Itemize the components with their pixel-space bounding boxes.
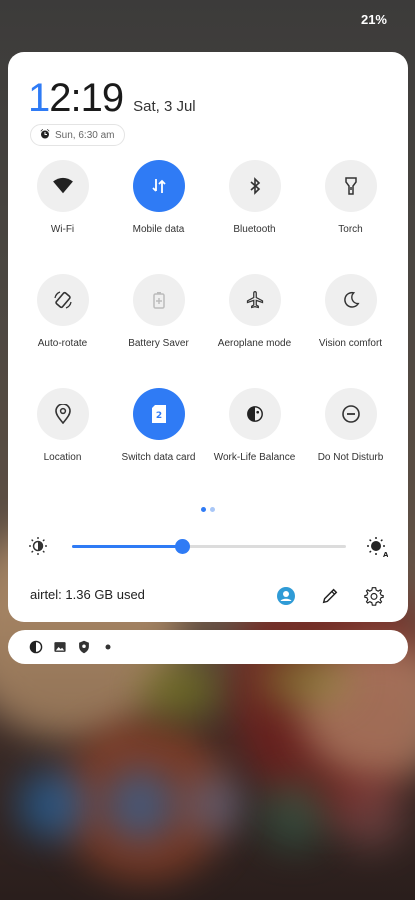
alarm-clock-icon [39,128,51,143]
data-usage-label[interactable]: airtel: 1.36 GB used [30,587,145,602]
tile-switch-data-card[interactable]: 2 Switch data card [111,388,206,463]
brightness-low-icon [28,536,48,561]
auto-brightness-icon[interactable]: A [366,536,389,563]
tile-do-not-disturb[interactable]: Do Not Disturb [303,388,398,463]
battery-saver-icon [132,274,185,326]
tile-label: Bluetooth [233,224,276,235]
page-dot [210,507,215,512]
mobile-data-icon [132,160,185,212]
next-alarm-chip[interactable]: Sun, 6:30 am [30,124,126,146]
tile-label: Wi-Fi [50,224,75,235]
brightness-fill [72,545,182,548]
next-alarm-label: Sun, 6:30 am [55,129,115,141]
shield-notification-icon [76,639,92,655]
do-not-disturb-icon [324,388,377,440]
tile-label: Switch data card [121,452,196,463]
tile-aeroplane-mode[interactable]: Aeroplane mode [207,274,302,349]
tile-label: Battery Saver [128,338,189,349]
notification-icons-bar[interactable] [8,630,408,664]
tile-work-life-balance[interactable]: Work-Life Balance [207,388,302,463]
tile-auto-rotate[interactable]: Auto-rotate [15,274,110,349]
clock[interactable]: 12:19 [28,76,124,121]
sim-card-icon: 2 [132,388,185,440]
brightness-control: A [28,536,389,559]
sim-badge: 2 [155,411,161,421]
tile-torch[interactable]: Torch [303,160,398,235]
wifi-icon [36,160,89,212]
tile-bluetooth[interactable]: Bluetooth [207,160,302,235]
tile-label: Location [43,452,82,463]
tile-label: Auto-rotate [37,338,88,349]
tile-location[interactable]: Location [15,388,110,463]
date[interactable]: Sat, 3 Jul [133,98,196,115]
more-notifications-dot-icon [100,639,116,655]
clock-row: 12:19 Sat, 3 Jul [28,76,196,121]
tile-label: Work-Life Balance [213,452,296,463]
moon-icon [324,274,377,326]
brightness-thumb[interactable] [175,539,190,554]
work-life-icon [228,388,281,440]
user-account-icon[interactable] [274,584,298,608]
torch-icon [324,160,377,212]
brightness-slider[interactable] [72,539,346,554]
page-indicator [201,507,215,512]
panel-footer: airtel: 1.36 GB used [8,584,408,608]
tile-battery-saver[interactable]: Battery Saver [111,274,206,349]
bluetooth-icon [228,160,281,212]
quick-settings-panel: 12:19 Sat, 3 Jul Sun, 6:30 am Wi-Fi Mobi… [8,52,408,622]
tile-wifi[interactable]: Wi-Fi [15,160,110,235]
gallery-notification-icon [52,639,68,655]
tile-label: Mobile data [132,224,185,235]
aeroplane-icon [228,274,281,326]
tile-vision-comfort[interactable]: Vision comfort [303,274,398,349]
work-life-notification-icon [28,639,44,655]
tile-mobile-data[interactable]: Mobile data [111,160,206,235]
tile-label: Aeroplane mode [217,338,292,349]
settings-gear-icon[interactable] [362,584,386,608]
tile-label: Vision comfort [318,338,383,349]
tile-label: Do Not Disturb [317,452,384,463]
edit-pencil-icon[interactable] [318,584,342,608]
svg-text:A: A [383,551,388,558]
auto-rotate-icon [36,274,89,326]
page-dot-active [201,507,206,512]
battery-percentage: 21% [360,12,387,27]
location-icon [36,388,89,440]
tile-label: Torch [338,224,363,235]
